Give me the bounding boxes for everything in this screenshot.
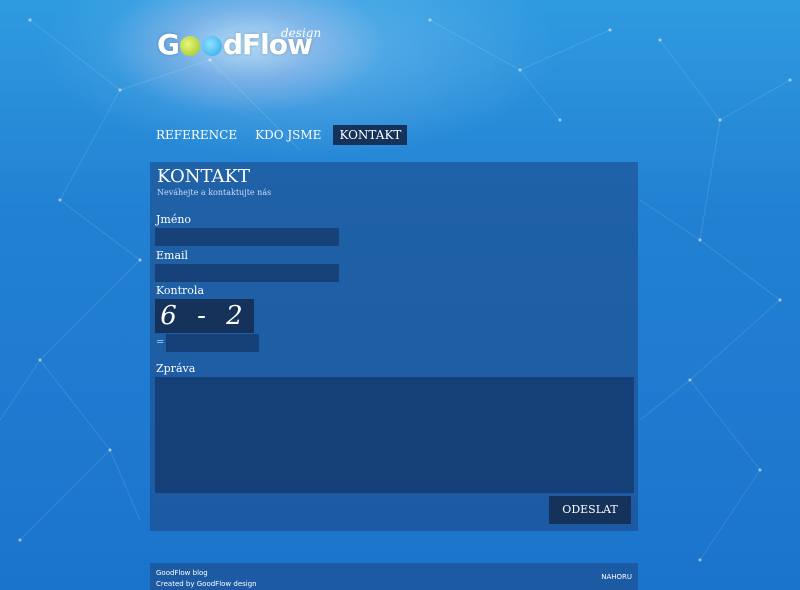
back-to-top-link[interactable]: NAHORU — [601, 573, 632, 581]
logo-subtitle: design — [281, 26, 322, 40]
footer: GoodFlow blog Created by GoodFlow design… — [150, 563, 638, 590]
page-title: KONTAKT — [157, 166, 250, 187]
logo-green-circle-icon — [179, 36, 200, 56]
equals-sign: = — [156, 337, 165, 348]
main-nav: REFERENCE KDO JSME KONTAKT — [150, 125, 408, 145]
footer-credit: Created by GoodFlow design — [156, 580, 257, 588]
logo[interactable]: GdFlow design — [157, 26, 321, 61]
logo-blue-circle-icon — [201, 36, 222, 56]
email-input[interactable] — [155, 264, 339, 282]
captcha-image: 6 - 2 — [155, 299, 254, 333]
nav-item-kontakt[interactable]: KONTAKT — [333, 125, 408, 145]
nav-item-reference[interactable]: REFERENCE — [150, 125, 243, 145]
email-label: Email — [156, 249, 189, 262]
message-label: Zpráva — [156, 362, 196, 375]
captcha-input[interactable] — [166, 334, 259, 352]
message-textarea[interactable] — [155, 377, 634, 493]
check-label: Kontrola — [156, 284, 205, 297]
submit-button[interactable]: ODESLAT — [549, 496, 631, 524]
name-input[interactable] — [155, 228, 339, 246]
page-subtitle: Neváhejte a kontaktujte nás — [157, 188, 272, 197]
nav-item-kdo-jsme[interactable]: KDO JSME — [249, 125, 327, 145]
footer-blog-link[interactable]: GoodFlow blog — [156, 569, 208, 577]
contact-panel: KONTAKT Neváhejte a kontaktujte nás Jmén… — [150, 162, 638, 531]
name-label: Jméno — [156, 213, 192, 226]
